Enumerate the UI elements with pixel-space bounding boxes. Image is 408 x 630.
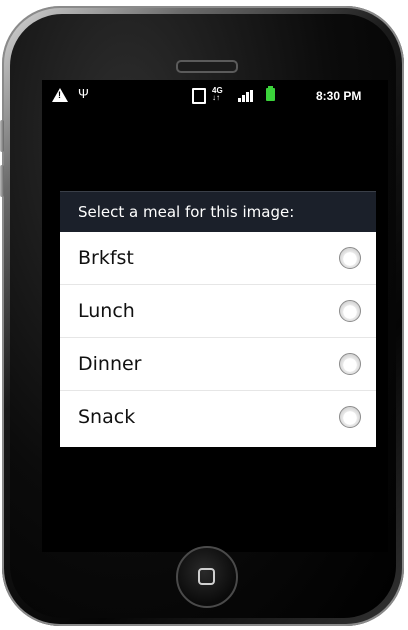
volume-up-button: [0, 120, 4, 152]
vibrate-icon: [192, 88, 206, 104]
option-label: Dinner: [78, 353, 142, 375]
clock: 8:30 PM: [316, 89, 362, 103]
option-lunch[interactable]: Lunch: [60, 285, 376, 338]
dialog-title: Select a meal for this image:: [60, 191, 376, 232]
radio-button[interactable]: [339, 406, 361, 428]
warning-icon: [52, 88, 68, 102]
network-icon: 4G ↓↑: [212, 86, 223, 102]
option-label: Snack: [78, 406, 136, 428]
meal-select-dialog: Select a meal for this image: Brkfst Lun…: [60, 191, 376, 447]
status-bar: Ψ 4G↓↑ 8:30 PM: [42, 80, 388, 110]
screen: Ψ 4G↓↑ 8:30 PM Select a meal for this im…: [42, 80, 388, 552]
home-button[interactable]: [176, 546, 238, 608]
home-square-icon: [198, 568, 215, 585]
usb-icon: Ψ: [78, 86, 89, 101]
signal-icon: [238, 90, 254, 102]
option-dinner[interactable]: Dinner: [60, 338, 376, 391]
option-snack[interactable]: Snack: [60, 391, 376, 444]
network-label: 4G: [212, 86, 223, 95]
volume-down-button: [0, 165, 4, 197]
option-breakfast[interactable]: Brkfst: [60, 232, 376, 285]
option-label: Brkfst: [78, 247, 134, 269]
radio-button[interactable]: [339, 247, 361, 269]
radio-button[interactable]: [339, 300, 361, 322]
radio-button[interactable]: [339, 353, 361, 375]
option-label: Lunch: [78, 300, 135, 322]
battery-charging-icon: [266, 86, 275, 101]
earpiece-speaker: [176, 60, 238, 73]
